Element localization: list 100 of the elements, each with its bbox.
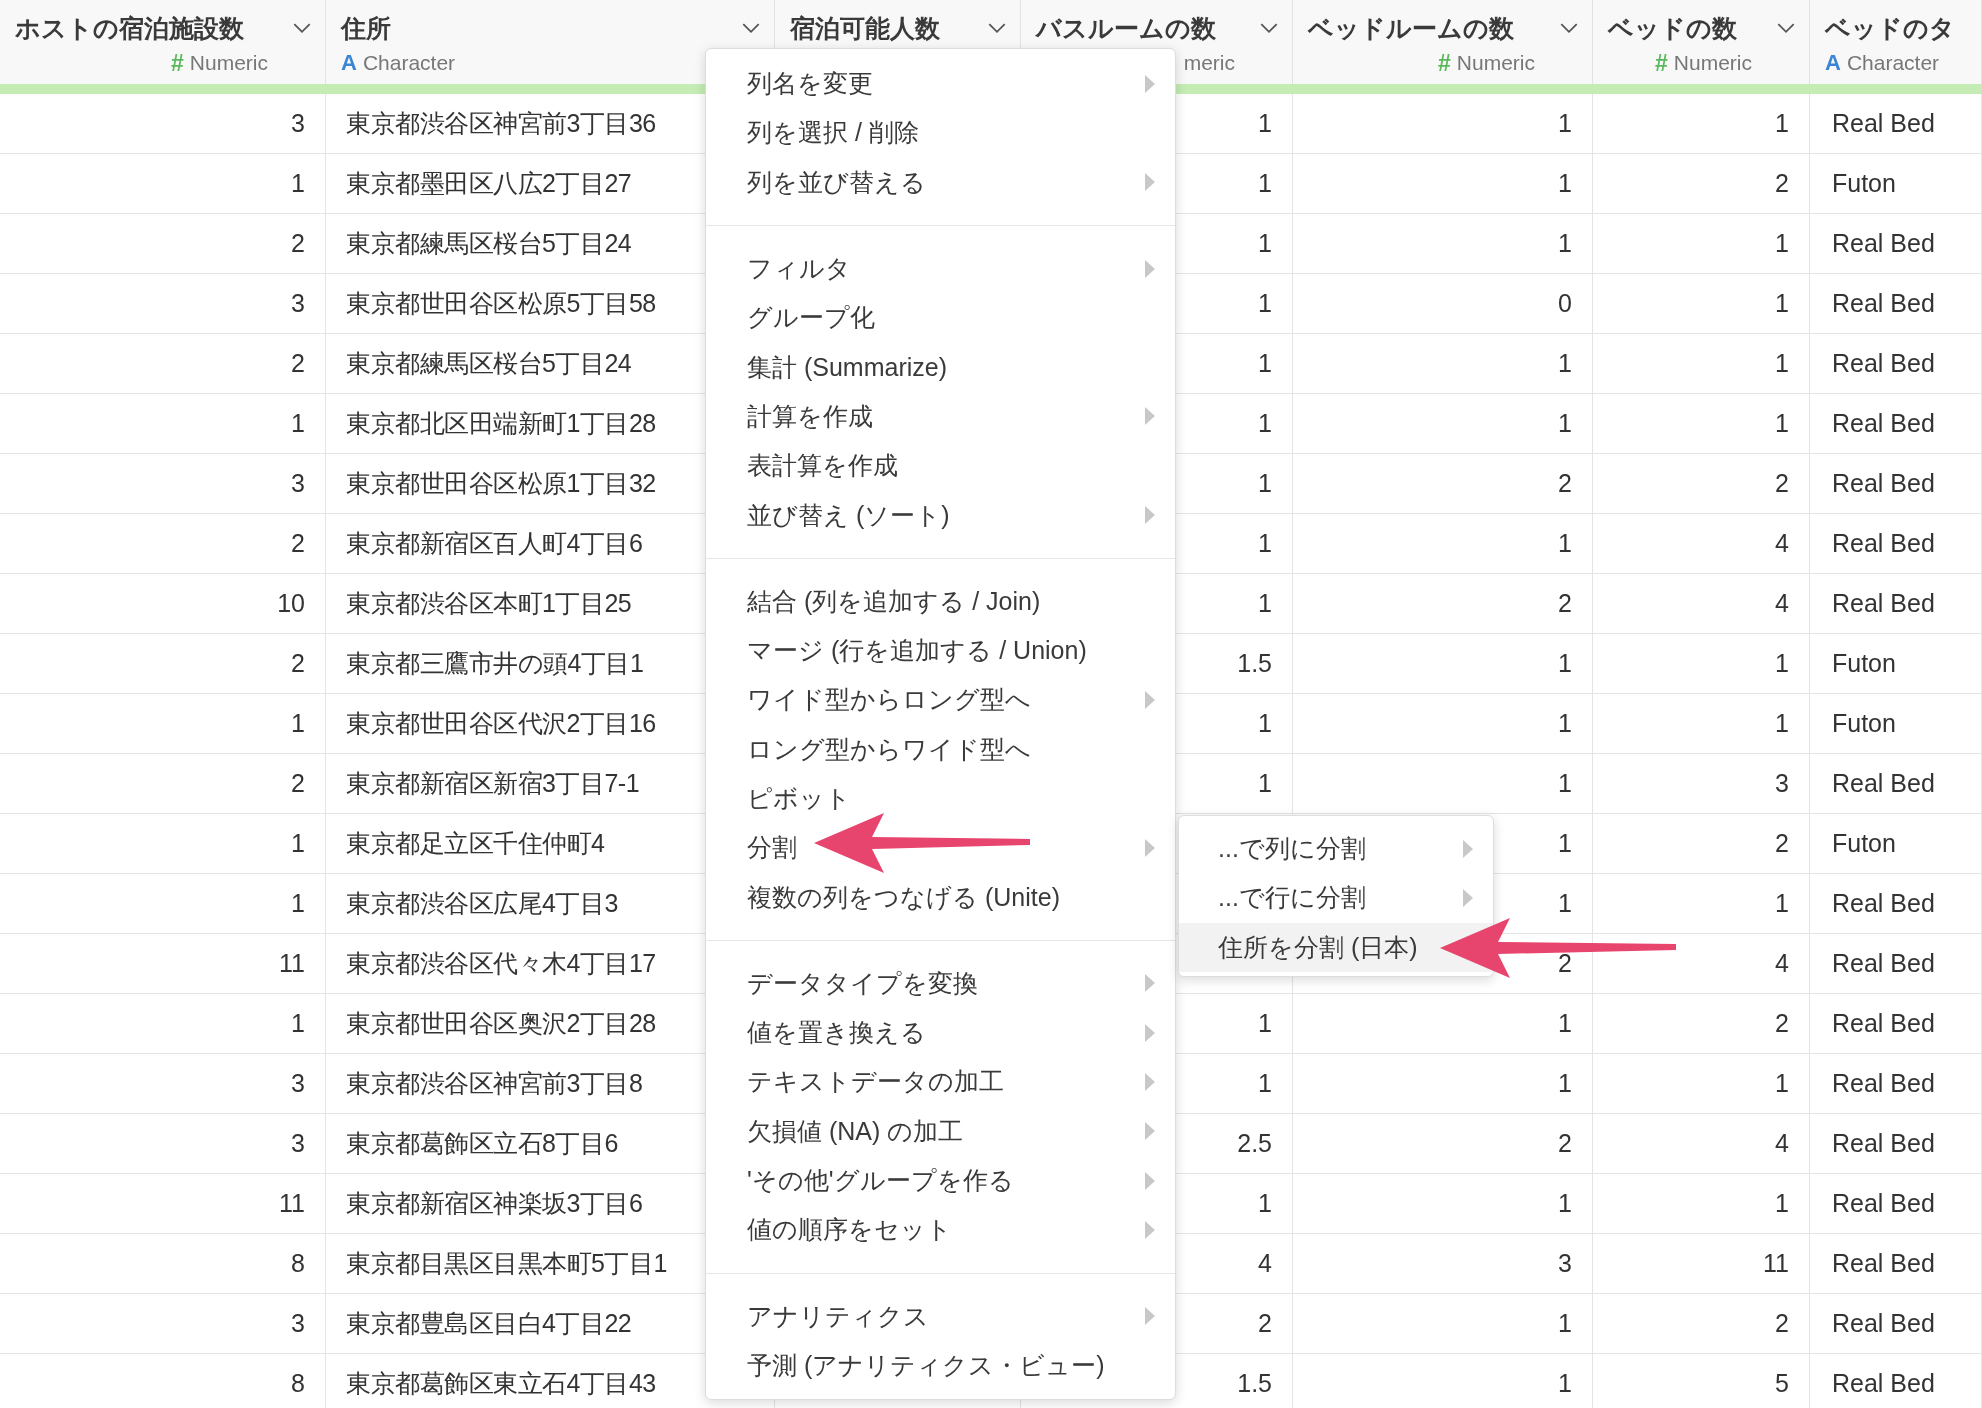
table-cell: Real Bed bbox=[1832, 469, 1935, 498]
table-cell: 1 bbox=[1558, 1009, 1572, 1038]
menu-item[interactable]: ロング型からワイド型へ bbox=[706, 724, 1175, 774]
table-cell: 2.5 bbox=[1237, 1129, 1272, 1158]
menu-item[interactable]: 列を選択 / 削除 bbox=[706, 108, 1175, 158]
table-cell-text: 東京都渋谷区広尾4丁目3 bbox=[346, 888, 618, 919]
table-cell: 2 bbox=[291, 529, 305, 558]
chevron-down-icon[interactable] bbox=[293, 22, 311, 34]
menu-item[interactable]: 欠損値 (NA) の加工 bbox=[706, 1106, 1175, 1156]
table-cell: Real Bed bbox=[1832, 229, 1935, 258]
menu-item[interactable]: 集計 (Summarize) bbox=[706, 342, 1175, 392]
menu-item[interactable]: 住所を分割 (日本) bbox=[1179, 922, 1493, 972]
table-cell-text: 東京都新宿区神楽坂3丁目6 bbox=[346, 1188, 643, 1219]
chevron-down-icon[interactable] bbox=[742, 22, 760, 34]
table-cell: 1 bbox=[1558, 409, 1572, 438]
menu-item[interactable]: ピボット bbox=[706, 773, 1175, 824]
table-cell: 1 bbox=[291, 889, 305, 918]
table-cell: 1 bbox=[1558, 889, 1572, 918]
table-cell: Real Bed bbox=[1832, 889, 1935, 918]
column-type-label: Character bbox=[1846, 51, 1940, 75]
menu-item[interactable]: ワイド型からロング型へ bbox=[706, 675, 1175, 725]
menu-item[interactable]: 値の順序をセット bbox=[706, 1205, 1175, 1255]
chevron-down-icon[interactable] bbox=[1560, 22, 1578, 34]
table-cell: Real Bed bbox=[1832, 1249, 1935, 1278]
column-title: ベッドルームの数 bbox=[1308, 12, 1514, 44]
table-cell: Real Bed bbox=[1832, 1069, 1935, 1098]
table-cell: 1 bbox=[1775, 709, 1789, 738]
table-cell: 1.5 bbox=[1237, 649, 1272, 678]
table-cell: 3 bbox=[1558, 1249, 1572, 1278]
menu-item[interactable]: 列を並び替える bbox=[706, 157, 1175, 207]
menu-item[interactable]: ...で行に分割 bbox=[1179, 873, 1493, 923]
menu-item[interactable]: フィルタ bbox=[706, 243, 1175, 294]
table-cell-text: 東京都葛飾区立石8丁目6 bbox=[346, 1128, 618, 1159]
table-cell: 1 bbox=[1775, 1189, 1789, 1218]
menu-item[interactable]: アナリティクス bbox=[706, 1291, 1175, 1341]
table-cell-text: 東京都世田谷区奥沢2丁目28 bbox=[346, 1008, 656, 1039]
table-cell: 3 bbox=[291, 109, 305, 138]
table-cell: 2 bbox=[1258, 1309, 1272, 1338]
table-cell: 1 bbox=[1258, 529, 1272, 558]
menu-item[interactable]: 表計算を作成 bbox=[706, 441, 1175, 491]
table-cell: 2 bbox=[291, 769, 305, 798]
table-cell-text: 東京都渋谷区神宮前3丁目8 bbox=[346, 1068, 643, 1099]
table-cell: 2 bbox=[291, 649, 305, 678]
menu-item[interactable]: 'その他'グループを作る bbox=[706, 1155, 1175, 1206]
table-cell: 1 bbox=[1558, 169, 1572, 198]
menu-item[interactable]: テキストデータの加工 bbox=[706, 1057, 1175, 1107]
table-cell-text: 東京都目黒区目黒本町5丁目1 bbox=[346, 1248, 667, 1279]
table-cell: 1 bbox=[1258, 229, 1272, 258]
table-cell: 1 bbox=[1258, 349, 1272, 378]
column-title: ベッドのタ bbox=[1825, 12, 1955, 44]
menu-item[interactable]: データタイプを変換 bbox=[706, 958, 1175, 1009]
menu-item[interactable]: 分割 bbox=[706, 823, 1175, 873]
table-cell: Real Bed bbox=[1832, 1369, 1935, 1398]
table-cell: 1 bbox=[1558, 1369, 1572, 1398]
table-cell-text: 東京都新宿区新宿3丁目7-1 bbox=[346, 768, 640, 799]
table-cell: Real Bed bbox=[1832, 349, 1935, 378]
table-cell-text: 東京都世田谷区代沢2丁目16 bbox=[346, 708, 656, 739]
menu-item[interactable]: マージ (行を追加する / Union) bbox=[706, 625, 1175, 676]
table-cell-text: 東京都渋谷区代々木4丁目17 bbox=[346, 948, 656, 979]
menu-item[interactable]: 計算を作成 bbox=[706, 391, 1175, 442]
table-cell: 1 bbox=[1558, 229, 1572, 258]
table-cell: 4 bbox=[1775, 1129, 1789, 1158]
menu-item[interactable]: グループ化 bbox=[706, 293, 1175, 343]
table-cell: 1 bbox=[1258, 769, 1272, 798]
column-title: 宿泊可能人数 bbox=[790, 12, 940, 44]
table-cell: Futon bbox=[1832, 649, 1896, 678]
table-cell: 1 bbox=[1558, 1069, 1572, 1098]
table-cell-text: 東京都三鷹市井の頭4丁目1 bbox=[346, 648, 644, 679]
table-cell: 1 bbox=[1258, 469, 1272, 498]
menu-item[interactable]: 値を置き換える bbox=[706, 1008, 1175, 1058]
table-cell: 1 bbox=[1558, 649, 1572, 678]
table-cell: 2 bbox=[1775, 169, 1789, 198]
table-cell: 2 bbox=[1775, 469, 1789, 498]
table-cell: 1 bbox=[1258, 589, 1272, 618]
table-cell: 3 bbox=[291, 289, 305, 318]
table-cell: 1 bbox=[1258, 409, 1272, 438]
table-cell: Futon bbox=[1832, 709, 1896, 738]
table-cell: 4 bbox=[1258, 1249, 1272, 1278]
table-cell: Real Bed bbox=[1832, 589, 1935, 618]
chevron-down-icon[interactable] bbox=[1260, 22, 1278, 34]
menu-item[interactable]: 並び替え (ソート) bbox=[706, 490, 1175, 540]
chevron-down-icon[interactable] bbox=[1777, 22, 1795, 34]
table-cell: Real Bed bbox=[1832, 1309, 1935, 1338]
table-cell: 2 bbox=[1775, 829, 1789, 858]
table-cell-text: 東京都豊島区目白4丁目22 bbox=[346, 1308, 632, 1339]
menu-item[interactable]: ...で列に分割 bbox=[1179, 824, 1493, 874]
table-cell: 1 bbox=[1258, 709, 1272, 738]
table-cell: Real Bed bbox=[1832, 529, 1935, 558]
menu-item[interactable]: 予測 (アナリティクス・ビュー) bbox=[706, 1340, 1175, 1391]
table-cell-text: 東京都世田谷区松原5丁目58 bbox=[346, 288, 656, 319]
chevron-down-icon[interactable] bbox=[988, 22, 1006, 34]
table-cell: 0 bbox=[1558, 289, 1572, 318]
table-cell: Real Bed bbox=[1832, 949, 1935, 978]
menu-item[interactable]: 複数の列をつなげる (Unite) bbox=[706, 872, 1175, 922]
table-cell: 4 bbox=[1775, 589, 1789, 618]
table-cell: 4 bbox=[1775, 949, 1789, 978]
menu-item[interactable]: 結合 (列を追加する / Join) bbox=[706, 576, 1175, 626]
table-cell: Real Bed bbox=[1832, 109, 1935, 138]
table-cell-text: 東京都練馬区桜台5丁目24 bbox=[346, 228, 632, 259]
type-icon: # bbox=[1655, 49, 1668, 77]
